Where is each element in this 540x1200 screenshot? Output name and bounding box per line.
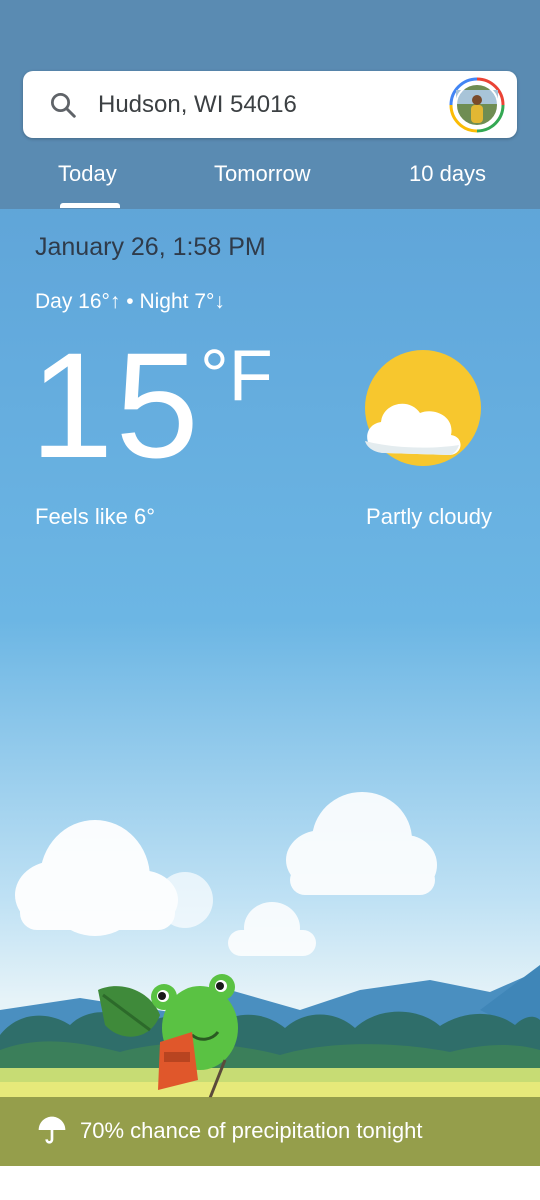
search-bar[interactable]: Hudson, WI 54016: [23, 71, 517, 138]
weather-screen: Hudson, WI 54016 Today Tomorrow 10 days …: [0, 0, 540, 1166]
search-icon[interactable]: [48, 90, 78, 120]
current-datetime: January 26, 1:58 PM: [35, 233, 266, 261]
current-temperature: 15: [30, 321, 201, 489]
cloud-left: [15, 820, 213, 936]
account-avatar[interactable]: [449, 77, 505, 133]
app-bar: Hudson, WI 54016 Today Tomorrow 10 days: [0, 0, 540, 209]
weather-condition: Partly cloudy: [366, 504, 492, 529]
temperature-unit[interactable]: °F: [200, 340, 273, 412]
cloud-small: [228, 902, 316, 956]
search-location-text[interactable]: Hudson, WI 54016: [98, 90, 297, 120]
tab-today[interactable]: Today: [58, 160, 117, 188]
tab-10-days[interactable]: 10 days: [409, 160, 486, 188]
day-night-temps: Day 16°↑ • Night 7°↓: [35, 290, 225, 313]
cloud-right: [286, 792, 437, 895]
selected-tab-indicator: [60, 203, 120, 208]
umbrella-icon: [38, 1116, 66, 1144]
feels-like-temperature: Feels like 6°: [35, 504, 156, 529]
precipitation-text: 70% chance of precipitation tonight: [80, 1118, 423, 1143]
tab-tomorrow[interactable]: Tomorrow: [214, 160, 311, 188]
precipitation-banner[interactable]: 70% chance of precipitation tonight: [0, 1097, 540, 1166]
tab-bar: Today Tomorrow 10 days: [0, 150, 540, 209]
partly-cloudy-icon: [365, 350, 481, 466]
